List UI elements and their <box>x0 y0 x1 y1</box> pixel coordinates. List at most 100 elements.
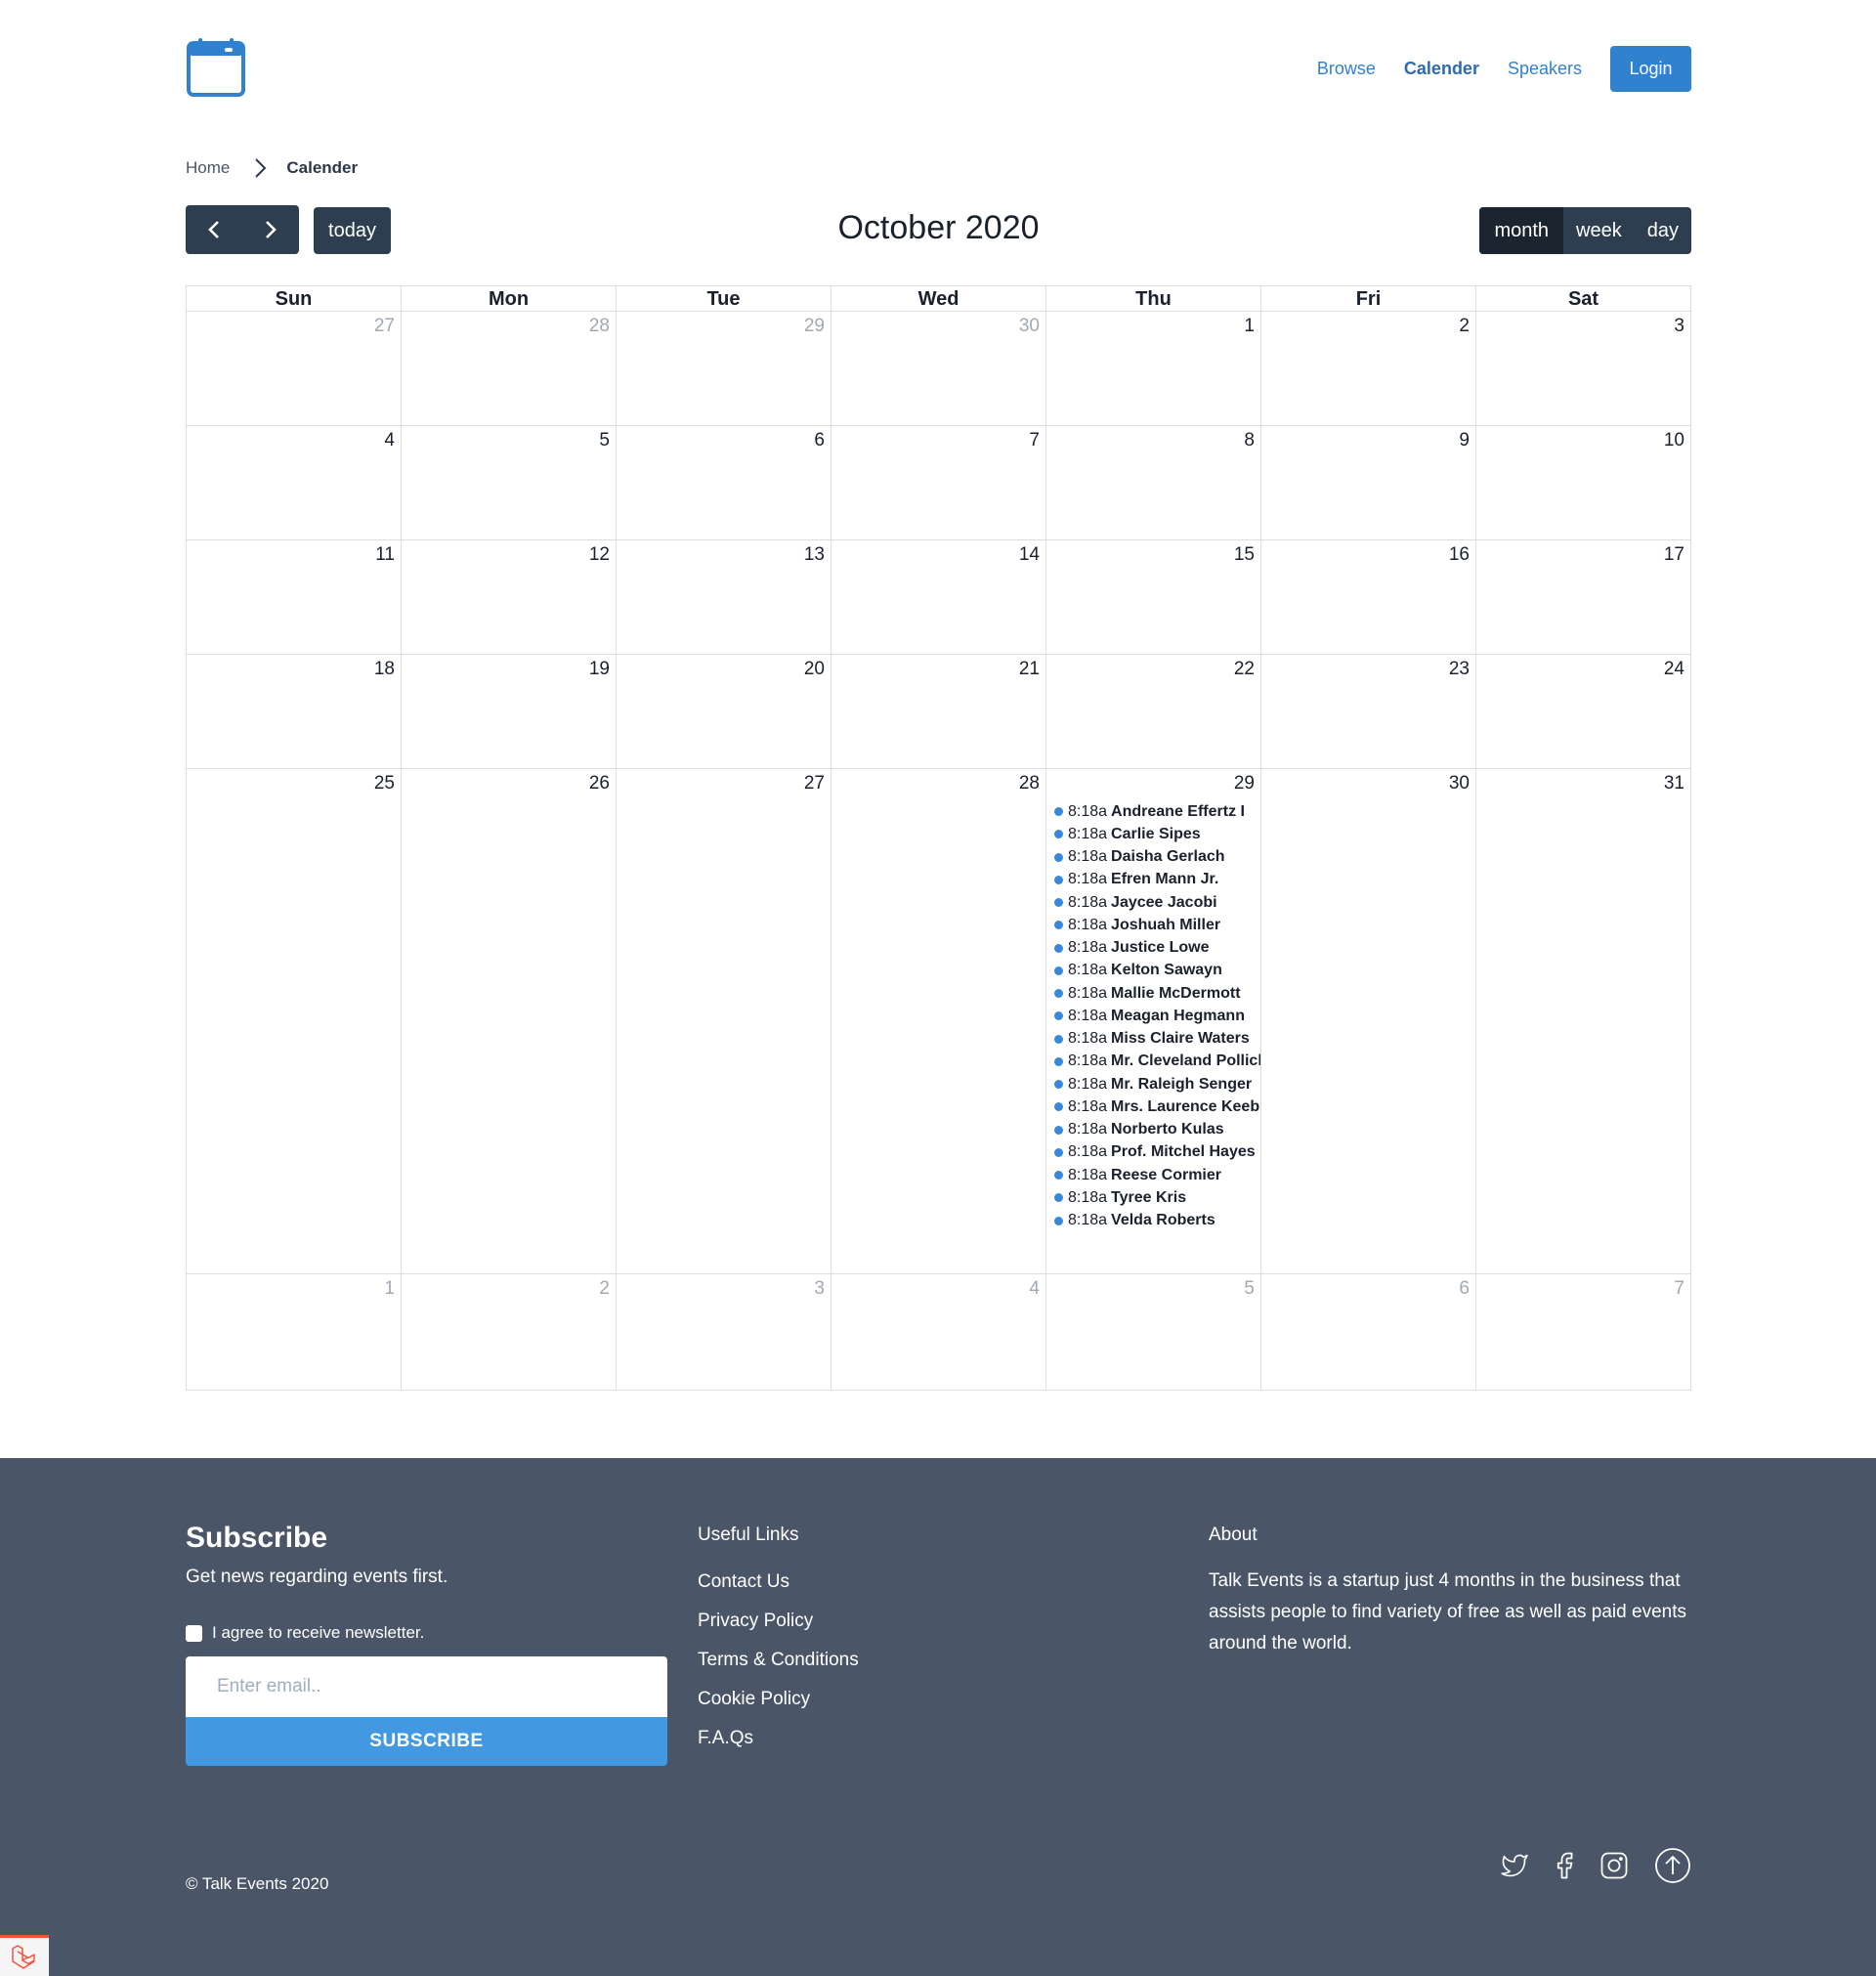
day-number[interactable]: 15 <box>1234 544 1255 566</box>
day-number[interactable]: 24 <box>1664 659 1684 680</box>
day-number[interactable]: 28 <box>1019 773 1040 795</box>
nav-browse[interactable]: Browse <box>1317 59 1376 79</box>
day-number[interactable]: 29 <box>1234 773 1255 795</box>
calendar-event[interactable]: 8:18a Mr. Raleigh Senger <box>1054 1073 1260 1095</box>
nav-speakers[interactable]: Speakers <box>1508 59 1582 79</box>
calendar-day[interactable]: 12 <box>402 540 617 654</box>
nav-calender[interactable]: Calender <box>1404 59 1479 79</box>
day-number[interactable]: 5 <box>1244 1278 1255 1300</box>
calendar-day[interactable]: 3 <box>1476 312 1690 425</box>
calendar-day[interactable]: 9 <box>1261 426 1476 539</box>
day-number[interactable]: 5 <box>599 430 610 451</box>
calendar-event[interactable]: 8:18a Norberto Kulas <box>1054 1119 1260 1141</box>
view-day-button[interactable]: day <box>1635 207 1691 254</box>
calendar-logo-icon[interactable] <box>186 37 246 98</box>
link-privacy-policy[interactable]: Privacy Policy <box>698 1611 859 1650</box>
day-number[interactable]: 9 <box>1459 430 1470 451</box>
link-cookie-policy[interactable]: Cookie Policy <box>698 1689 859 1728</box>
calendar-event[interactable]: 8:18a Miss Claire Waters <box>1054 1028 1260 1051</box>
calendar-day[interactable]: 22 <box>1046 655 1261 768</box>
link-terms-conditions[interactable]: Terms & Conditions <box>698 1650 859 1689</box>
calendar-day[interactable]: 6 <box>617 426 831 539</box>
calendar-day[interactable]: 5 <box>1046 1274 1261 1390</box>
day-number[interactable]: 27 <box>804 773 825 795</box>
calendar-day[interactable]: 25 <box>187 769 402 1273</box>
day-number[interactable]: 25 <box>374 773 395 795</box>
calendar-event[interactable]: 8:18a Carlie Sipes <box>1054 823 1260 845</box>
calendar-day[interactable]: 31 <box>1476 769 1690 1273</box>
breadcrumb-home[interactable]: Home <box>186 158 230 178</box>
day-number[interactable]: 4 <box>384 430 395 451</box>
calendar-day[interactable]: 27 <box>617 769 831 1273</box>
email-input[interactable] <box>186 1656 667 1717</box>
calendar-day[interactable]: 20 <box>617 655 831 768</box>
calendar-day[interactable]: 1 <box>1046 312 1261 425</box>
calendar-day[interactable]: 30 <box>1261 769 1476 1273</box>
subscribe-button[interactable]: SUBSCRIBE <box>186 1717 667 1766</box>
day-number[interactable]: 2 <box>1459 316 1470 337</box>
calendar-event[interactable]: 8:18a Efren Mann Jr. <box>1054 869 1260 891</box>
newsletter-checkbox[interactable] <box>186 1624 202 1642</box>
calendar-day[interactable]: 11 <box>187 540 402 654</box>
day-number[interactable]: 31 <box>1664 773 1684 795</box>
calendar-event[interactable]: 8:18a Justice Lowe <box>1054 937 1260 960</box>
day-number[interactable]: 4 <box>1029 1278 1040 1300</box>
day-number[interactable]: 2 <box>599 1278 610 1300</box>
calendar-event[interactable]: 8:18a Andreane Effertz I <box>1054 800 1260 823</box>
calendar-day[interactable]: 3 <box>617 1274 831 1390</box>
calendar-day[interactable]: 5 <box>402 426 617 539</box>
calendar-day[interactable]: 8 <box>1046 426 1261 539</box>
day-number[interactable]: 14 <box>1019 544 1040 566</box>
calendar-day[interactable]: 1 <box>187 1274 402 1390</box>
view-month-button[interactable]: month <box>1479 207 1564 254</box>
view-week-button[interactable]: week <box>1563 207 1635 254</box>
day-number[interactable]: 30 <box>1019 316 1040 337</box>
day-number[interactable]: 20 <box>804 659 825 680</box>
calendar-day[interactable]: 4 <box>187 426 402 539</box>
calendar-event[interactable]: 8:18a Meagan Hegmann <box>1054 1005 1260 1027</box>
day-number[interactable]: 26 <box>589 773 610 795</box>
calendar-event[interactable]: 8:18a Reese Cormier <box>1054 1164 1260 1186</box>
calendar-event[interactable]: 8:18a Daisha Gerlach <box>1054 846 1260 869</box>
calendar-day[interactable]: 15 <box>1046 540 1261 654</box>
twitter-icon[interactable] <box>1500 1852 1529 1879</box>
day-number[interactable]: 6 <box>1459 1278 1470 1300</box>
calendar-day[interactable]: 16 <box>1261 540 1476 654</box>
calendar-event[interactable]: 8:18a Prof. Mitchel Hayes <box>1054 1141 1260 1164</box>
day-number[interactable]: 19 <box>589 659 610 680</box>
calendar-day[interactable]: 10 <box>1476 426 1690 539</box>
calendar-day[interactable]: 29 <box>617 312 831 425</box>
calendar-day[interactable]: 24 <box>1476 655 1690 768</box>
day-number[interactable]: 1 <box>1244 316 1255 337</box>
day-number[interactable]: 30 <box>1449 773 1470 795</box>
day-number[interactable]: 10 <box>1664 430 1684 451</box>
calendar-day[interactable]: 28 <box>831 769 1046 1273</box>
day-number[interactable]: 18 <box>374 659 395 680</box>
calendar-day[interactable]: 21 <box>831 655 1046 768</box>
calendar-event[interactable]: 8:18a Jaycee Jacobi <box>1054 891 1260 914</box>
calendar-day[interactable]: 27 <box>187 312 402 425</box>
calendar-day[interactable]: 6 <box>1261 1274 1476 1390</box>
day-number[interactable]: 16 <box>1449 544 1470 566</box>
day-number[interactable]: 3 <box>1674 316 1684 337</box>
day-number[interactable]: 29 <box>804 316 825 337</box>
day-number[interactable]: 27 <box>374 316 395 337</box>
day-number[interactable]: 21 <box>1019 659 1040 680</box>
day-number[interactable]: 7 <box>1674 1278 1684 1300</box>
calendar-event[interactable]: 8:18aMrs. Laurence Keebler <box>1054 1095 1260 1118</box>
link-faqs[interactable]: F.A.Qs <box>698 1728 859 1767</box>
day-number[interactable]: 13 <box>804 544 825 566</box>
day-number[interactable]: 28 <box>589 316 610 337</box>
calendar-day[interactable]: 13 <box>617 540 831 654</box>
day-number[interactable]: 3 <box>814 1278 825 1300</box>
day-number[interactable]: 12 <box>589 544 610 566</box>
calendar-event[interactable]: 8:18a Tyree Kris <box>1054 1186 1260 1209</box>
day-number[interactable]: 1 <box>384 1278 395 1300</box>
calendar-day[interactable]: 2 <box>1261 312 1476 425</box>
link-contact-us[interactable]: Contact Us <box>698 1571 859 1611</box>
login-button[interactable]: Login <box>1610 46 1691 92</box>
calendar-day[interactable]: 26 <box>402 769 617 1273</box>
day-number[interactable]: 23 <box>1449 659 1470 680</box>
calendar-day[interactable]: 17 <box>1476 540 1690 654</box>
calendar-event[interactable]: 8:18a Mallie McDermott <box>1054 982 1260 1005</box>
